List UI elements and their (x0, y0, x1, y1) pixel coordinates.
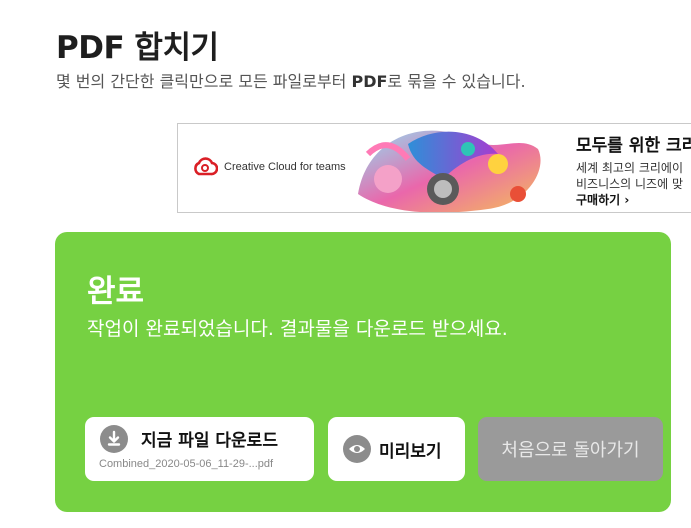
completion-panel: 완료 작업이 완료되었습니다. 결과물을 다운로드 받으세요. 지금 파일 다운… (55, 232, 671, 512)
page-subtitle: 몇 번의 간단한 클릭만으로 모든 파일로부터 PDF로 묶을 수 있습니다. (56, 68, 526, 92)
creative-cloud-logo (194, 157, 218, 176)
completion-message: 작업이 완료되었습니다. 결과물을 다운로드 받으세요. (87, 318, 508, 340)
page-title: PDF 합치기 (56, 30, 219, 66)
subtitle-text-start: 몇 번의 간단한 클릭만으로 모든 파일로부터 (56, 72, 352, 91)
eye-icon (343, 435, 371, 463)
completion-title: 완료 (87, 274, 145, 310)
preview-button-label: 미리보기 (379, 442, 442, 462)
download-button[interactable]: 지금 파일 다운로드 Combined_2020-05-06_11-29-...… (85, 417, 314, 481)
ad-text-line: 비즈니스의 니즈에 맞 (576, 177, 683, 191)
ad-artwork-image (358, 130, 541, 212)
restart-button[interactable]: 처음으로 돌아가기 (478, 417, 663, 481)
preview-button[interactable]: 미리보기 (328, 417, 465, 481)
subtitle-text-end: 로 묶을 수 있습니다. (387, 72, 526, 91)
ad-brand-text: Creative Cloud for teams (224, 161, 346, 173)
ad-buy-link[interactable]: 구매하기 › (576, 191, 629, 208)
ad-text-line: 세계 최고의 크리에이 (576, 161, 683, 175)
restart-button-label: 처음으로 돌아가기 (501, 440, 640, 461)
download-icon (100, 425, 128, 453)
download-button-label: 지금 파일 다운로드 (141, 431, 278, 451)
subtitle-pdf-bold: PDF (351, 72, 388, 91)
download-filename: Combined_2020-05-06_11-29-...pdf (99, 458, 274, 470)
ad-headline: 모두를 위한 크리 (576, 136, 691, 156)
ad-banner[interactable]: Creative Cloud for teams 모두를 위한 크리 세계 최고… (177, 123, 691, 213)
